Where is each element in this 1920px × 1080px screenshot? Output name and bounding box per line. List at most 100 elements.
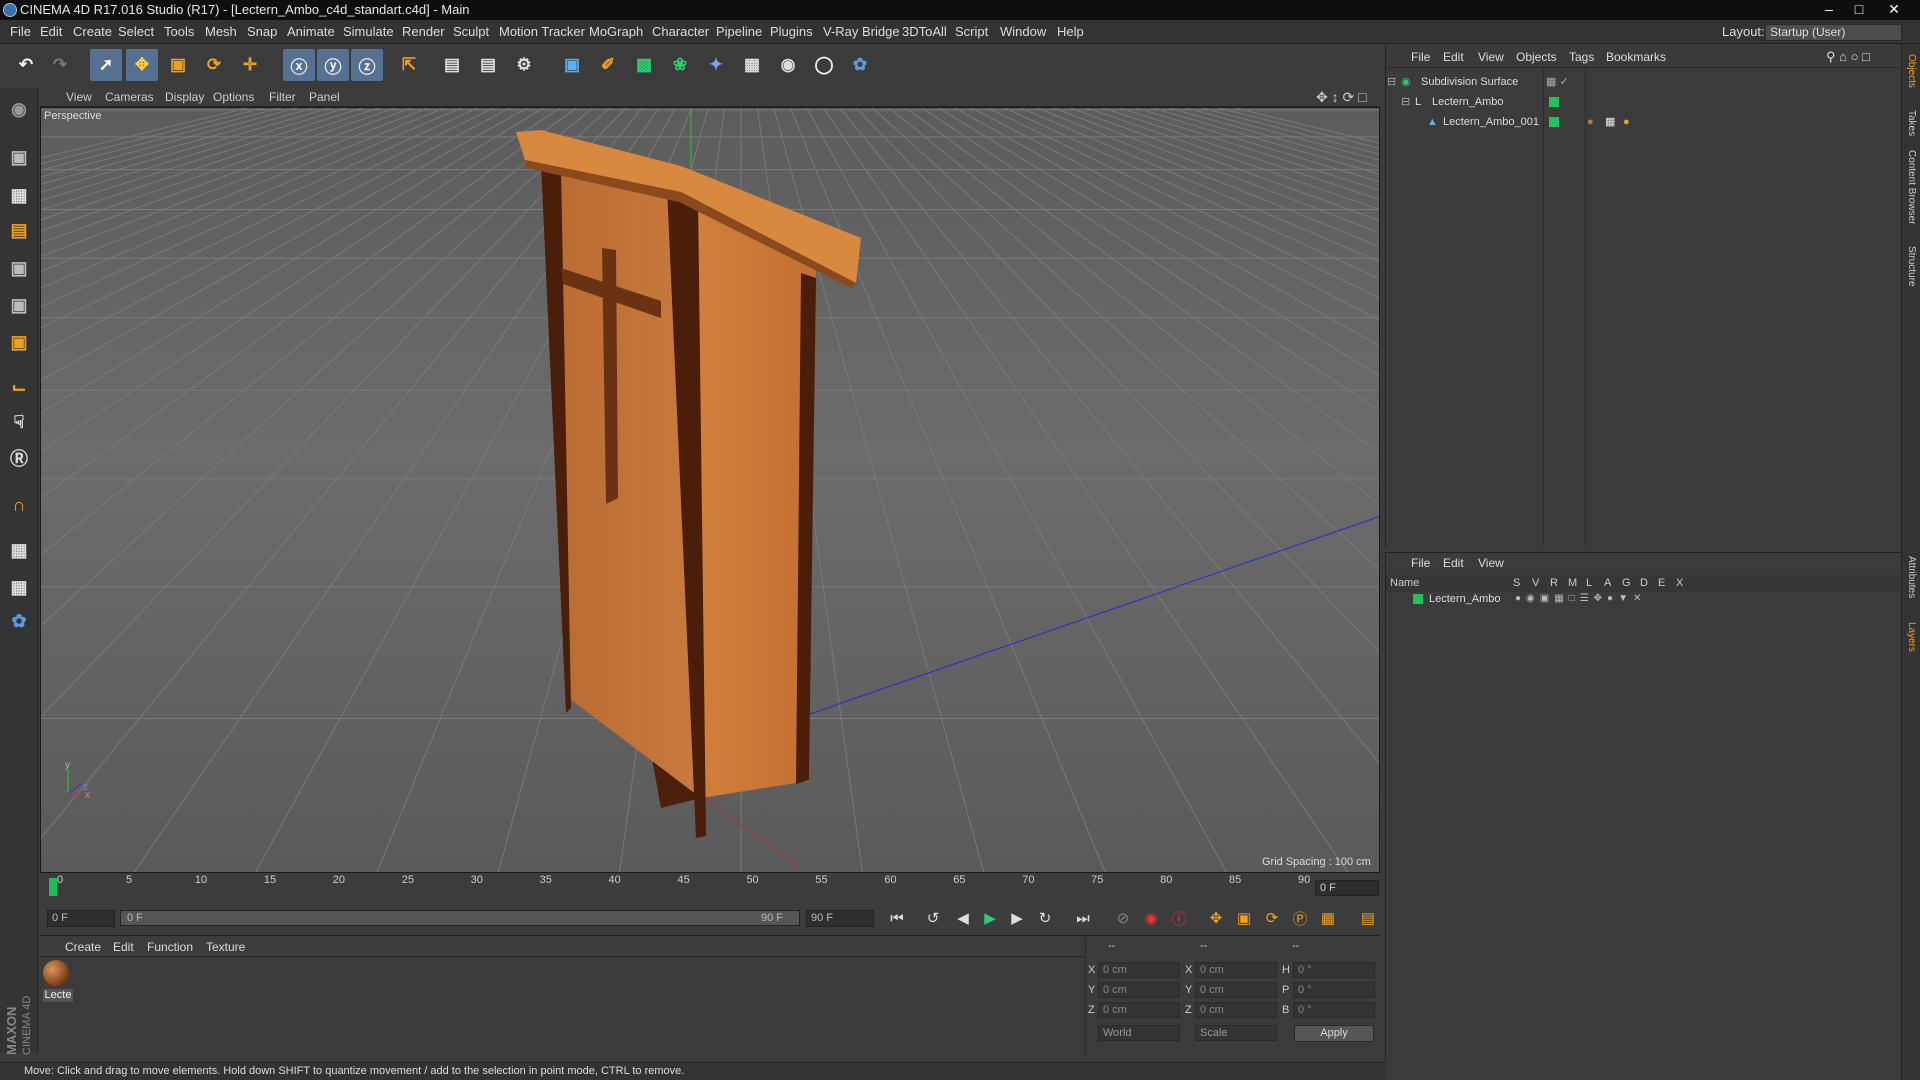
viewport-menu-panel[interactable]: Panel	[309, 88, 340, 107]
minimize-icon[interactable]: –	[1815, 0, 1843, 18]
material-tag-icon[interactable]: ●	[1587, 112, 1594, 132]
menu-help[interactable]: Help	[1057, 20, 1084, 44]
previous-key-icon[interactable]: ↺	[920, 906, 946, 930]
viewport-menu-options[interactable]: Options	[213, 88, 254, 107]
subdivision-generator-icon[interactable]: ▩	[628, 49, 660, 81]
menu-sculpt[interactable]: Sculpt	[453, 20, 489, 44]
transform-tool-icon[interactable]: ✛	[234, 49, 266, 81]
menu-vray-bridge[interactable]: V-Ray Bridge	[823, 20, 900, 44]
rotation-b-field[interactable]: 0 °	[1293, 1002, 1375, 1018]
menu-simulate[interactable]: Simulate	[343, 20, 394, 44]
objects-menu-file[interactable]: File	[1411, 46, 1430, 68]
side-tab-structure[interactable]: Structure	[1903, 246, 1917, 287]
scale-tool-icon[interactable]: ▣	[162, 49, 194, 81]
objects-menu-view[interactable]: View	[1478, 46, 1504, 68]
menu-edit[interactable]: Edit	[40, 20, 62, 44]
size-x-field[interactable]: 0 cm	[1195, 962, 1277, 978]
locked-workplane-icon[interactable]: ▦	[4, 572, 34, 602]
cube-primitive-icon[interactable]: ▣	[556, 49, 588, 81]
texture-tag-icon[interactable]: ▦	[1605, 112, 1615, 132]
light-bulb-icon[interactable]: ◯	[808, 49, 840, 81]
rotate-tool-icon[interactable]: ⟳	[198, 49, 230, 81]
key-scale-icon[interactable]: ▣	[1231, 906, 1257, 930]
side-tab-attributes[interactable]: Attributes	[1903, 556, 1917, 598]
menu-render[interactable]: Render	[402, 20, 445, 44]
object-row-subdivision[interactable]: ⊟ ◉ Subdivision Surface ▦ ✓	[1387, 72, 1899, 92]
material-swatch[interactable]	[43, 960, 69, 986]
play-icon[interactable]: ▶	[977, 906, 1003, 930]
position-z-field[interactable]: 0 cm	[1098, 1002, 1180, 1018]
perspective-viewport[interactable]: y z x	[40, 107, 1380, 873]
menu-create[interactable]: Create	[73, 20, 112, 44]
layer-row[interactable]: Lectern_Ambo ●◉▣▦□☰✥●▼✕	[1387, 589, 1899, 609]
menu-character[interactable]: Character	[652, 20, 709, 44]
next-frame-icon[interactable]: ▶	[1004, 906, 1030, 930]
coordinate-space-select[interactable]: World	[1098, 1025, 1180, 1041]
layers-menu-file[interactable]: File	[1411, 552, 1430, 574]
layer-color-swatch[interactable]	[1549, 112, 1559, 132]
array-mograph-icon[interactable]: ❀	[664, 49, 696, 81]
collapse-icon[interactable]: ⊟	[1401, 92, 1410, 112]
rotation-h-field[interactable]: 0 °	[1293, 962, 1375, 978]
render-view-icon[interactable]: ▤	[436, 49, 468, 81]
side-tab-takes[interactable]: Takes	[1903, 110, 1917, 136]
start-frame-field[interactable]: 0 F	[47, 910, 115, 927]
layers-menu-edit[interactable]: Edit	[1443, 552, 1464, 574]
menu-plugins[interactable]: Plugins	[770, 20, 813, 44]
render-picture-viewer-icon[interactable]: ▤	[472, 49, 504, 81]
current-frame-field[interactable]: 0 F	[1315, 880, 1379, 896]
keyframe-selection-icon[interactable]: ⓘ	[1166, 906, 1192, 930]
layers-menu-view[interactable]: View	[1478, 552, 1504, 574]
menu-mesh[interactable]: Mesh	[205, 20, 237, 44]
spline-pen-icon[interactable]: ✐	[592, 49, 624, 81]
workplane-mode-icon[interactable]: ▤	[4, 215, 34, 245]
menu-file[interactable]: File	[10, 20, 31, 44]
material-name[interactable]: Lecte	[43, 989, 73, 1002]
position-y-field[interactable]: 0 cm	[1098, 982, 1180, 998]
previous-frame-icon[interactable]: ◀	[950, 906, 976, 930]
rotation-p-field[interactable]: 0 °	[1293, 982, 1375, 998]
preview-range-slider[interactable]: 0 F 90 F	[120, 910, 800, 926]
key-parameter-icon[interactable]: Ⓟ	[1287, 906, 1313, 930]
layer-color-swatch[interactable]	[1549, 92, 1559, 112]
x-axis-lock-icon[interactable]: ⓧ	[283, 49, 315, 81]
points-mode-icon[interactable]: ▣	[4, 253, 34, 283]
position-x-field[interactable]: 0 cm	[1098, 962, 1180, 978]
viewport-menu-view[interactable]: View	[66, 88, 92, 107]
timeline-window-icon[interactable]: ▤	[1355, 906, 1381, 930]
key-rotation-icon[interactable]: ⟳	[1259, 906, 1285, 930]
material-menu-edit[interactable]: Edit	[113, 937, 134, 957]
undo-icon[interactable]: ↶	[10, 49, 42, 81]
apply-button[interactable]: Apply	[1294, 1025, 1374, 1042]
y-axis-lock-icon[interactable]: ⓨ	[317, 49, 349, 81]
python-icon[interactable]: ✿	[844, 49, 876, 81]
phong-tag-icon[interactable]: ●	[1623, 112, 1630, 132]
python-script-icon[interactable]: ✿	[4, 606, 34, 636]
maximize-icon[interactable]: □	[1845, 0, 1873, 18]
workplane-grid-icon[interactable]: ▦	[4, 535, 34, 565]
layer-toggle-icons[interactable]: ●◉▣▦□☰✥●▼✕	[1515, 589, 1646, 609]
size-y-field[interactable]: 0 cm	[1195, 982, 1277, 998]
collapse-icon[interactable]: ⊟	[1387, 72, 1396, 92]
objects-menu-tags[interactable]: Tags	[1569, 46, 1594, 68]
objects-search-icon[interactable]: ⚲ ⌂ ○ □	[1826, 46, 1870, 68]
deformer-bend-icon[interactable]: ✦	[700, 49, 732, 81]
autokey-icon[interactable]: ◉	[1138, 906, 1164, 930]
key-pla-icon[interactable]: ▦	[1315, 906, 1341, 930]
menu-script[interactable]: Script	[955, 20, 988, 44]
timeline-ruler[interactable]	[40, 874, 1380, 898]
menu-tools[interactable]: Tools	[164, 20, 194, 44]
polygons-mode-icon[interactable]: ▣	[4, 327, 34, 357]
material-menu-texture[interactable]: Texture	[206, 937, 245, 957]
objects-menu-bookmarks[interactable]: Bookmarks	[1606, 46, 1666, 68]
coordinate-system-icon[interactable]: ⇱	[393, 49, 425, 81]
end-frame-field[interactable]: 90 F	[806, 910, 874, 927]
object-row-lectern-ambo-001[interactable]: ▲ Lectern_Ambo_001 ● ▦ ●	[1387, 112, 1899, 132]
viewport-menu-filter[interactable]: Filter	[269, 88, 296, 107]
move-tool-icon[interactable]: ✥	[126, 49, 158, 81]
magnet-icon[interactable]: ∩	[4, 490, 34, 520]
make-editable-icon[interactable]: ◉	[4, 94, 34, 124]
record-keys-icon[interactable]: ⊘	[1110, 906, 1136, 930]
size-z-field[interactable]: 0 cm	[1195, 1002, 1277, 1018]
tweak-mode-icon[interactable]: ☟	[4, 407, 34, 437]
